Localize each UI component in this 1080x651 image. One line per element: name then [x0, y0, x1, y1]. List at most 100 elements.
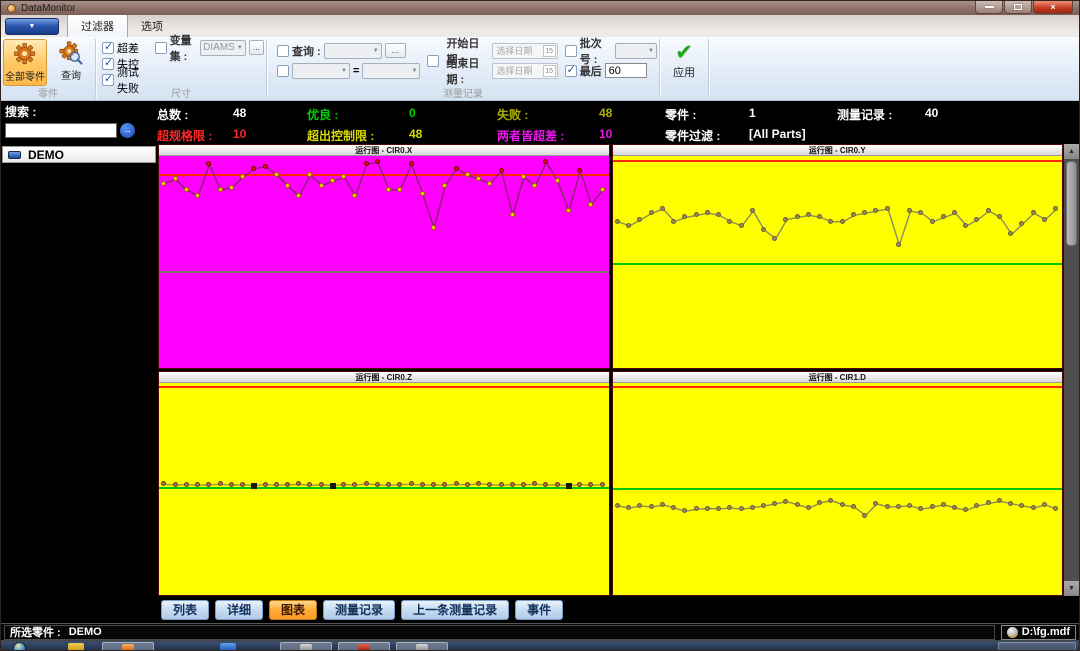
query-more-button[interactable]: ... [385, 43, 406, 58]
calendar-icon[interactable]: 15 [543, 45, 556, 57]
checkbox-query[interactable] [277, 45, 289, 57]
run-chart-cir1d[interactable]: 运行图 - CIR1.D [612, 371, 1064, 596]
run-chart-cir0x[interactable]: 运行图 - CIR0.X [158, 144, 610, 369]
calendar-icon[interactable]: 15 [543, 65, 556, 77]
data-point [885, 206, 890, 211]
app-icon [7, 4, 16, 13]
stat-partfilter-value: [All Parts] [749, 127, 806, 144]
run-chart-polyline [159, 156, 609, 368]
minimize-button[interactable] [975, 1, 1003, 14]
data-point [229, 185, 234, 190]
scrollbar-track[interactable] [1064, 248, 1079, 581]
search-input[interactable] [5, 123, 117, 138]
run-chart-polyline [613, 156, 1063, 368]
taskbar-app-button[interactable] [102, 642, 154, 651]
tab-previous-measurement-record[interactable]: 上一条测量记录 [401, 600, 509, 620]
variable-set-dropdown[interactable]: DIAMS▼ [200, 40, 246, 56]
run-chart-cir0y[interactable]: 运行图 - CIR0.Y [612, 144, 1064, 369]
chevron-down-icon: ▼ [339, 68, 347, 74]
app-menu-button[interactable]: ▼ [5, 18, 59, 35]
data-point [229, 482, 234, 487]
data-point [465, 482, 470, 487]
part-icon [8, 151, 21, 159]
data-point [840, 219, 845, 224]
data-point [420, 482, 425, 487]
data-point [364, 481, 369, 486]
titlebar: DataMonitor × [1, 1, 1079, 15]
last-n-input[interactable]: 60 [605, 63, 647, 78]
tab-measurement-records[interactable]: 测量记录 [323, 600, 395, 620]
tab-chart[interactable]: 图表 [269, 600, 317, 620]
data-point [930, 504, 935, 509]
part-item-label: DEMO [28, 148, 64, 162]
checkbox-out-of-control[interactable] [102, 58, 114, 70]
end-date-input[interactable]: 选择日期15 [492, 63, 557, 79]
tab-filter[interactable]: 过滤器 [67, 14, 128, 37]
view-tabs: 列表 详细 图表 测量记录 上一条测量记录 事件 [1, 596, 1079, 623]
group-label-size: 尺寸 [96, 85, 266, 100]
checkbox-date-range[interactable] [427, 55, 439, 67]
checkbox-test-failed[interactable] [102, 74, 114, 86]
chart-plot-area[interactable] [613, 156, 1063, 368]
part-list-item-demo[interactable]: DEMO [2, 146, 156, 163]
data-point [600, 482, 605, 487]
scroll-down-icon[interactable]: ▼ [1064, 581, 1079, 596]
tab-events[interactable]: 事件 [515, 600, 563, 620]
data-point [274, 172, 279, 177]
taskbar-icon[interactable] [68, 643, 84, 651]
apply-button[interactable]: ✔ 应用 [660, 37, 708, 80]
checkbox-batch-number[interactable] [565, 45, 577, 57]
data-point [885, 504, 890, 509]
group-label-records: 测量记录 [267, 85, 659, 100]
tab-list[interactable]: 列表 [161, 600, 209, 620]
checkbox-last-n[interactable] [565, 65, 577, 77]
data-point [499, 168, 504, 173]
chevron-down-icon: ▼ [646, 48, 654, 54]
chart-plot-area[interactable] [159, 156, 609, 368]
vertical-scrollbar[interactable]: ▲ ▼ [1063, 144, 1079, 596]
checkbox-variable-set[interactable] [155, 42, 167, 54]
query-dropdown[interactable]: ▼ [324, 43, 382, 59]
checkbox-out-of-tolerance[interactable] [102, 42, 114, 54]
data-point [476, 481, 481, 486]
taskbar-clock[interactable] [998, 642, 1076, 651]
run-chart-polyline [613, 383, 1063, 595]
selected-part-value: DEMO [69, 626, 102, 638]
data-point [285, 183, 290, 188]
start-button[interactable] [13, 642, 26, 651]
data-point [510, 482, 515, 487]
data-point [566, 483, 572, 489]
scrollbar-thumb[interactable] [1066, 161, 1077, 246]
run-chart-cir0z[interactable]: 运行图 - CIR0.Z [158, 371, 610, 596]
chart-plot-area[interactable] [159, 383, 609, 595]
taskbar-icon[interactable] [220, 643, 236, 651]
data-point [907, 503, 912, 508]
apply-check-icon: ✔ [675, 42, 693, 64]
value-dropdown[interactable]: ▼ [362, 63, 420, 79]
taskbar-app-button[interactable] [396, 642, 448, 651]
maximize-button[interactable] [1004, 1, 1032, 14]
checkbox-field-filter[interactable] [277, 65, 289, 77]
tab-detail[interactable]: 详细 [215, 600, 263, 620]
chart-plot-area[interactable] [613, 383, 1063, 595]
query-parts-button[interactable]: 查询 [49, 39, 93, 86]
search-go-icon[interactable]: → [120, 123, 135, 138]
ribbon-group-parts: 全部零件 查询 [1, 37, 95, 100]
part-list: DEMO [1, 144, 157, 596]
taskbar-app-button[interactable] [280, 642, 332, 651]
close-button[interactable]: × [1033, 1, 1073, 14]
field-dropdown[interactable]: ▼ [292, 63, 350, 79]
start-date-input[interactable]: 选择日期15 [492, 43, 557, 59]
windows-taskbar [1, 641, 1079, 651]
data-point [397, 482, 402, 487]
stat-parts-value: 1 [749, 106, 756, 123]
all-parts-button[interactable]: 全部零件 [3, 39, 47, 86]
data-point [705, 506, 710, 511]
stat-total-value: 48 [233, 106, 246, 123]
scroll-up-icon[interactable]: ▲ [1064, 144, 1079, 159]
stat-overspec-label: 超规格限 : [157, 127, 229, 144]
stat-records-value: 40 [925, 106, 938, 123]
batch-number-dropdown[interactable]: ▼ [615, 43, 657, 59]
taskbar-app-button[interactable] [338, 642, 390, 651]
variable-set-more-button[interactable]: ... [249, 40, 264, 55]
